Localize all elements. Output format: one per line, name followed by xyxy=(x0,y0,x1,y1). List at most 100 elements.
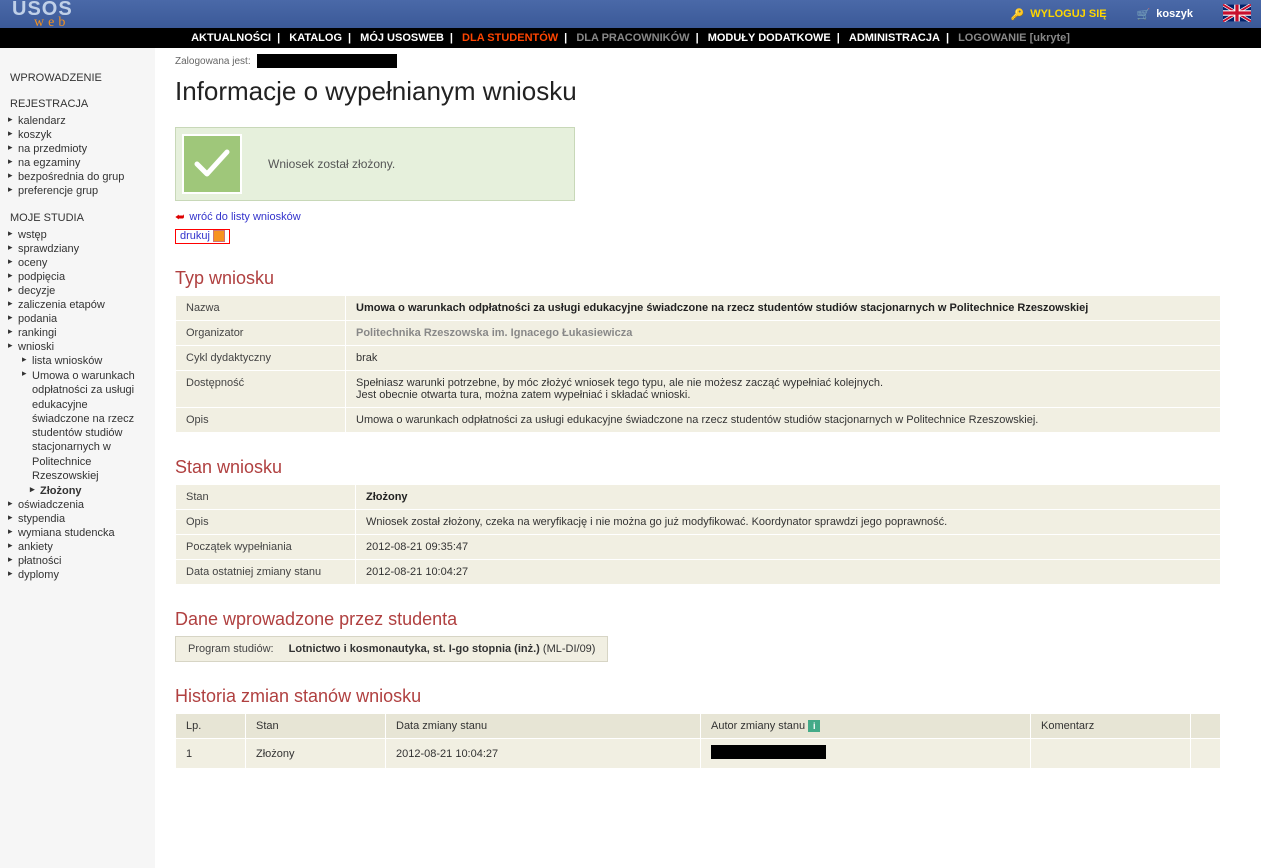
typ-value-cykl: brak xyxy=(346,346,1221,371)
typ-label-dostepnosc: Dostępność xyxy=(176,371,346,408)
program-value: Lotnictwo i kosmonautyka, st. I-go stopn… xyxy=(289,643,540,655)
sidebar-item-decyzje[interactable]: decyzje xyxy=(10,284,147,298)
program-box: Program studiów: Lotnictwo i kosmonautyk… xyxy=(175,636,608,662)
sidebar-item-zlozony[interactable]: Złożony xyxy=(32,484,147,498)
sidebar-item-wnioski[interactable]: wnioski xyxy=(10,340,147,354)
success-message: Wniosek został złożony. xyxy=(175,127,575,201)
loggedin-info: Zalogowana jest: xyxy=(175,54,1221,68)
section-stan-wniosku: Stan wniosku xyxy=(175,457,1221,478)
topbar: USOS web 🔑 WYLOGUJ SIĘ 🛒 koszyk xyxy=(0,0,1261,28)
stan-value-poczatek: 2012-08-21 09:35:47 xyxy=(356,535,1221,560)
history-header-lp: Lp. xyxy=(176,714,246,739)
typ-label-organizator: Organizator xyxy=(176,321,346,346)
menu-administracja[interactable]: ADMINISTRACJA xyxy=(847,32,942,44)
sidebar-item-bezposrednia[interactable]: bezpośrednia do grup xyxy=(10,170,147,184)
history-cell-stan: Złożony xyxy=(246,739,386,769)
link-print[interactable]: drukuj xyxy=(180,230,210,242)
stan-label-data-zmiany: Data ostatniej zmiany stanu xyxy=(176,560,356,585)
program-code: (ML-DI/09) xyxy=(543,643,596,655)
stan-wniosku-table: Stan Złożony Opis Wniosek został złożony… xyxy=(175,484,1221,585)
success-text: Wniosek został złożony. xyxy=(248,147,415,181)
sidebar-item-dyplomy[interactable]: dyplomy xyxy=(10,568,147,582)
link-back-to-list[interactable]: wróć do listy wniosków xyxy=(189,211,300,223)
menu-aktualnosci[interactable]: AKTUALNOŚCI xyxy=(189,32,273,44)
sidebar: WPROWADZENIE REJESTRACJA kalendarz koszy… xyxy=(0,48,155,868)
menu-moj-usosweb[interactable]: MÓJ USOSWEB xyxy=(358,32,446,44)
print-link-box[interactable]: drukuj xyxy=(175,229,230,244)
logout-link[interactable]: 🔑 WYLOGUJ SIĘ xyxy=(1010,8,1106,21)
stan-label-opis: Opis xyxy=(176,510,356,535)
logo[interactable]: USOS web xyxy=(0,0,83,31)
typ-label-cykl: Cykl dydaktyczny xyxy=(176,346,346,371)
key-icon: 🔑 xyxy=(1010,8,1024,21)
sidebar-item-lista-wnioskow[interactable]: lista wniosków xyxy=(24,354,147,368)
sidebar-item-koszyk[interactable]: koszyk xyxy=(10,128,147,142)
stan-label-poczatek: Początek wypełniania xyxy=(176,535,356,560)
sidebar-section-moje-studia[interactable]: MOJE STUDIA xyxy=(10,212,147,224)
sidebar-item-ankiety[interactable]: ankiety xyxy=(10,540,147,554)
history-header-autor: Autor zmiany stanu i xyxy=(701,714,1031,739)
program-label: Program studiów: xyxy=(188,643,274,655)
sidebar-item-na-egzaminy[interactable]: na egzaminy xyxy=(10,156,147,170)
sidebar-item-zaliczenia[interactable]: zaliczenia etapów xyxy=(10,298,147,312)
sidebar-item-wymiana[interactable]: wymiana studencka xyxy=(10,526,147,540)
language-flag-uk[interactable] xyxy=(1223,4,1251,25)
sidebar-section-wprowadzenie[interactable]: WPROWADZENIE xyxy=(10,72,147,84)
history-header-empty xyxy=(1191,714,1221,739)
sidebar-item-preferencje[interactable]: preferencje grup xyxy=(10,184,147,198)
logo-sub: web xyxy=(34,15,73,31)
sidebar-item-platnosci[interactable]: płatności xyxy=(10,554,147,568)
history-cell-autor xyxy=(701,739,1031,769)
sidebar-item-oceny[interactable]: oceny xyxy=(10,256,147,270)
typ-value-organizator: Politechnika Rzeszowska im. Ignacego Łuk… xyxy=(346,321,1221,346)
info-icon[interactable]: i xyxy=(808,720,820,732)
sidebar-item-stypendia[interactable]: stypendia xyxy=(10,512,147,526)
stan-label-stan: Stan xyxy=(176,485,356,510)
page-title: Informacje o wypełnianym wniosku xyxy=(175,76,1221,107)
menu-dla-pracownikow[interactable]: DLA PRACOWNIKÓW xyxy=(574,32,691,44)
print-icon xyxy=(213,230,225,242)
sidebar-item-rankingi[interactable]: rankingi xyxy=(10,326,147,340)
loggedin-user-redacted xyxy=(257,54,397,68)
menu-katalog[interactable]: KATALOG xyxy=(287,32,344,44)
menu-logowanie[interactable]: LOGOWANIE [ukryte] xyxy=(956,32,1072,44)
history-cell-komentarz xyxy=(1031,739,1191,769)
typ-label-opis: Opis xyxy=(176,408,346,433)
typ-wniosku-table: Nazwa Umowa o warunkach odpłatności za u… xyxy=(175,295,1221,433)
cart-link[interactable]: 🛒 koszyk xyxy=(1137,8,1193,21)
section-typ-wniosku: Typ wniosku xyxy=(175,268,1221,289)
section-historia: Historia zmian stanów wniosku xyxy=(175,686,1221,707)
sidebar-item-umowa[interactable]: Umowa o warunkach odpłatności za usługi … xyxy=(24,368,147,484)
typ-value-nazwa: Umowa o warunkach odpłatności za usługi … xyxy=(346,296,1221,321)
main-content: Zalogowana jest: Informacje o wypełniany… xyxy=(155,48,1261,868)
logout-label: WYLOGUJ SIĘ xyxy=(1030,8,1106,20)
stan-value-data-zmiany: 2012-08-21 10:04:27 xyxy=(356,560,1221,585)
sidebar-section-rejestracja[interactable]: REJESTRACJA xyxy=(10,98,147,110)
menubar: AKTUALNOŚCI| KATALOG| MÓJ USOSWEB| DLA S… xyxy=(0,28,1261,48)
menu-dla-studentow[interactable]: DLA STUDENTÓW xyxy=(460,32,560,44)
history-table: Lp. Stan Data zmiany stanu Autor zmiany … xyxy=(175,713,1221,769)
sidebar-item-oswiadczenia[interactable]: oświadczenia xyxy=(10,498,147,512)
sidebar-item-wstep[interactable]: wstęp xyxy=(10,228,147,242)
stan-value-opis: Wniosek został złożony, czeka na weryfik… xyxy=(356,510,1221,535)
history-cell-data: 2012-08-21 10:04:27 xyxy=(386,739,701,769)
section-dane-studenta: Dane wprowadzone przez studenta xyxy=(175,609,1221,630)
history-cell-lp: 1 xyxy=(176,739,246,769)
history-autor-redacted xyxy=(711,745,826,759)
typ-value-dostepnosc: Spełniasz warunki potrzebne, by móc złoż… xyxy=(346,371,1221,408)
typ-value-opis: Umowa o warunkach odpłatności za usługi … xyxy=(346,408,1221,433)
sidebar-item-kalendarz[interactable]: kalendarz xyxy=(10,114,147,128)
history-row: 1 Złożony 2012-08-21 10:04:27 xyxy=(176,739,1221,769)
sidebar-item-na-przedmioty[interactable]: na przedmioty xyxy=(10,142,147,156)
sidebar-item-podania[interactable]: podania xyxy=(10,312,147,326)
back-arrow-icon: ⮨ xyxy=(175,212,184,223)
check-icon xyxy=(182,134,242,194)
history-header-stan: Stan xyxy=(246,714,386,739)
sidebar-item-podpiecia[interactable]: podpięcia xyxy=(10,270,147,284)
typ-label-nazwa: Nazwa xyxy=(176,296,346,321)
loggedin-label: Zalogowana jest: xyxy=(175,56,251,67)
menu-moduly-dodatkowe[interactable]: MODUŁY DODATKOWE xyxy=(706,32,833,44)
sidebar-item-sprawdziany[interactable]: sprawdziany xyxy=(10,242,147,256)
history-header-komentarz: Komentarz xyxy=(1031,714,1191,739)
history-cell-empty xyxy=(1191,739,1221,769)
